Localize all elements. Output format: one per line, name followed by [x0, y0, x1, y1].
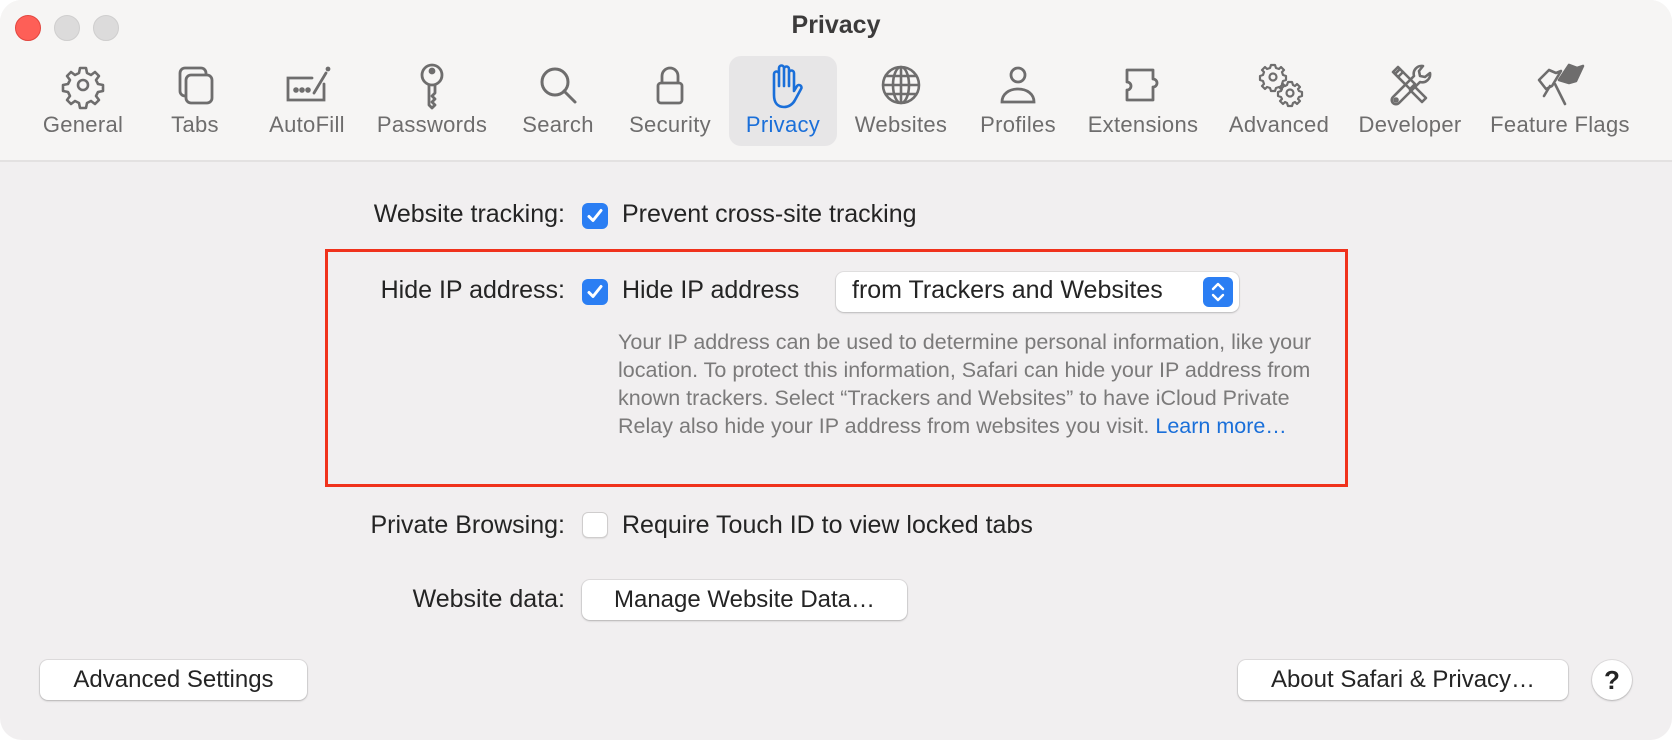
- about-safari-privacy-button[interactable]: About Safari & Privacy…: [1238, 660, 1568, 700]
- tab-feature-flags[interactable]: Feature Flags: [1488, 56, 1632, 146]
- tab-extensions[interactable]: Extensions: [1084, 56, 1202, 146]
- tab-label: Profiles: [980, 112, 1056, 137]
- key-icon: [420, 63, 444, 110]
- hide-ip-option-label: Hide IP address: [622, 276, 800, 304]
- tools-icon: [1390, 64, 1432, 106]
- globe-icon: [881, 65, 921, 105]
- gears-icon: [1258, 63, 1304, 108]
- popup-stepper: [1203, 277, 1233, 307]
- require-touch-id-label: Require Touch ID to view locked tabs: [622, 511, 1033, 539]
- hand-icon: [772, 64, 803, 109]
- tab-autofill[interactable]: AutoFill: [262, 56, 352, 146]
- preferences-window: Privacy General Tabs AutoFill Passwords …: [0, 0, 1672, 740]
- tab-advanced[interactable]: Advanced: [1224, 56, 1334, 146]
- tab-label: Tabs: [171, 112, 219, 137]
- advanced-settings-button[interactable]: Advanced Settings: [40, 660, 307, 700]
- tab-label: Security: [629, 112, 711, 137]
- tab-websites[interactable]: Websites: [850, 56, 952, 146]
- lock-icon: [656, 66, 684, 105]
- tab-tabs[interactable]: Tabs: [150, 56, 240, 146]
- checkmark-icon: [587, 285, 603, 298]
- puzzle-icon: [1125, 68, 1159, 102]
- tab-label: Advanced: [1228, 112, 1330, 137]
- flags-icon: [1537, 63, 1585, 106]
- tab-passwords[interactable]: Passwords: [374, 56, 490, 146]
- tab-security[interactable]: Security: [624, 56, 716, 146]
- tab-profiles[interactable]: Profiles: [972, 56, 1064, 146]
- website-data-label: Website data:: [412, 585, 565, 613]
- hide-ip-label: Hide IP address:: [380, 276, 565, 304]
- hide-ip-popup[interactable]: from Trackers and Websites: [836, 272, 1239, 312]
- checkmark-icon: [587, 209, 603, 222]
- tab-privacy[interactable]: Privacy: [729, 56, 837, 146]
- gear-icon: [61, 66, 105, 110]
- tab-label: Passwords: [376, 112, 488, 137]
- tab-label: Search: [522, 112, 594, 137]
- tab-general[interactable]: General: [38, 56, 128, 146]
- popup-value: from Trackers and Websites: [852, 276, 1163, 304]
- tab-label: Privacy: [745, 112, 821, 137]
- tab-label: Feature Flags: [1490, 112, 1630, 137]
- tab-label: AutoFill: [269, 112, 345, 137]
- require-touch-id-checkbox[interactable]: [582, 512, 608, 538]
- search-icon: [540, 67, 577, 104]
- tab-developer[interactable]: Developer: [1354, 56, 1466, 146]
- chevron-up-down-icon: [1211, 282, 1225, 302]
- hide-ip-description: Your IP address can be used to determine…: [618, 328, 1318, 440]
- hide-ip-checkbox[interactable]: [582, 279, 608, 305]
- tab-label: Extensions: [1087, 112, 1199, 137]
- person-icon: [1000, 66, 1036, 104]
- learn-more-link[interactable]: Learn more…: [1155, 414, 1286, 438]
- prevent-cross-site-tracking-label: Prevent cross-site tracking: [622, 200, 917, 228]
- tab-label: Websites: [854, 112, 948, 137]
- website-tracking-label: Website tracking:: [373, 200, 565, 228]
- prevent-cross-site-tracking-checkbox[interactable]: [582, 203, 608, 229]
- private-browsing-label: Private Browsing:: [370, 511, 565, 539]
- autofill-icon: [286, 66, 331, 102]
- help-button[interactable]: ?: [1592, 660, 1632, 700]
- manage-website-data-button[interactable]: Manage Website Data…: [582, 580, 907, 620]
- tab-search[interactable]: Search: [512, 56, 604, 146]
- tab-label: Developer: [1358, 112, 1462, 137]
- tab-label: General: [42, 112, 124, 137]
- window-title: Privacy: [791, 11, 881, 39]
- title-bar: Privacy General Tabs AutoFill Passwords …: [0, 0, 1672, 162]
- tabs-icon: [178, 66, 214, 105]
